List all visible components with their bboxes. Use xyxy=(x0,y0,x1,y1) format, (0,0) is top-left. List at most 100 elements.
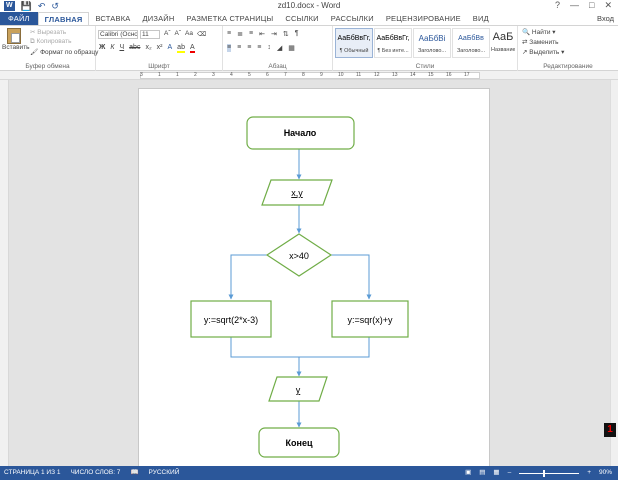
ruler-number: 10 xyxy=(338,72,344,78)
superscript-icon[interactable]: x² xyxy=(157,44,163,53)
status-bar: СТРАНИЦА 1 ИЗ 1 ЧИСЛО СЛОВ: 7 📖 РУССКИЙ … xyxy=(0,466,618,480)
read-mode-icon[interactable]: ▣ xyxy=(465,466,471,480)
underline-icon[interactable]: Ч xyxy=(119,44,124,53)
pilcrow-icon[interactable]: ¶ xyxy=(295,30,299,38)
connector-right-merge xyxy=(299,337,370,358)
ruler-number: 12 xyxy=(374,72,380,78)
text-effects-icon[interactable]: A xyxy=(168,44,173,53)
search-icon: 🔍 xyxy=(522,29,531,36)
word-count[interactable]: ЧИСЛО СЛОВ: 7 xyxy=(70,466,120,480)
tab-design[interactable]: ДИЗАЙН xyxy=(136,12,180,25)
clear-format-icon[interactable]: ⌫ xyxy=(197,30,206,38)
justify-icon[interactable]: ≡ xyxy=(257,44,261,52)
ruler-number: 4 xyxy=(230,72,233,78)
tab-view[interactable]: ВИД xyxy=(467,12,495,25)
proofing-icon[interactable]: 📖 xyxy=(130,466,138,480)
find-button[interactable]: 🔍 Найти ▾ xyxy=(522,28,556,36)
ruler-number: 5 xyxy=(248,72,251,78)
zoom-level[interactable]: 90% xyxy=(599,466,612,480)
style-no-spacing[interactable]: АаБбВвГг, ¶ Без инте... xyxy=(374,28,412,58)
style-name: ¶ Обычный xyxy=(339,48,369,54)
editing-group: 🔍 Найти ▾ ⇄ Заменить ↗ Выделить ▾ Редакт… xyxy=(518,26,618,71)
flowchart: Начало x,y x>40 y:=sqrt(2*x-3) y:=sqr(x)… xyxy=(190,116,409,458)
increase-indent-icon[interactable]: ⇥ xyxy=(271,30,277,38)
align-center-icon[interactable]: ≡ xyxy=(237,44,241,52)
paste-button[interactable]: Вставить xyxy=(2,28,30,51)
change-case-icon[interactable]: Aa xyxy=(185,30,193,38)
tab-insert[interactable]: ВСТАВКА xyxy=(89,12,136,25)
font-name-combo[interactable]: Calibri (Осно xyxy=(98,30,138,39)
ruler-number: 14 xyxy=(410,72,416,78)
help-icon[interactable]: ? xyxy=(555,0,560,11)
font-color-icon[interactable]: A xyxy=(189,44,195,53)
tab-page-layout[interactable]: РАЗМЕТКА СТРАНИЦЫ xyxy=(181,12,280,25)
document-page[interactable]: Начало x,y x>40 y:=sqrt(2*x-3) y:=sqr(x)… xyxy=(138,88,490,468)
style-normal[interactable]: АаБбВвГг, ¶ Обычный xyxy=(335,28,373,58)
print-layout-icon[interactable]: ▤ xyxy=(479,466,485,480)
tab-file[interactable]: ФАЙЛ xyxy=(0,12,38,25)
brush-icon: 🖌 xyxy=(30,49,39,56)
grow-font-icon[interactable]: Aˆ xyxy=(164,30,171,38)
zoom-out-button[interactable]: – xyxy=(508,466,512,480)
vertical-ruler[interactable] xyxy=(0,80,9,466)
left-process-label: y:=sqrt(2*x-3) xyxy=(204,315,258,325)
copy-label: Копировать xyxy=(36,38,72,45)
format-painter-button[interactable]: 🖌 Формат по образцу xyxy=(30,48,98,56)
cut-button[interactable]: ✂ Вырезать xyxy=(30,28,66,36)
title-bar: W 💾 ↶ ↺ zd10.docx - Word ? — □ ✕ xyxy=(0,0,618,12)
tab-mailings[interactable]: РАССЫЛКИ xyxy=(325,12,380,25)
sort-icon[interactable]: ⇅ xyxy=(283,30,289,38)
sign-in-link[interactable]: Вход xyxy=(597,12,614,25)
line-spacing-icon[interactable]: ↕ xyxy=(267,44,271,52)
bold-icon[interactable]: Ж xyxy=(99,44,105,53)
highlight-icon[interactable]: ab xyxy=(177,44,185,53)
style-sample: АаБбВв xyxy=(458,35,484,42)
minimize-icon[interactable]: — xyxy=(570,0,579,11)
subscript-icon[interactable]: x₂ xyxy=(145,44,151,53)
align-left-icon[interactable]: ≡ xyxy=(227,44,232,52)
style-title[interactable]: АаБ Название xyxy=(491,28,515,58)
ribbon: Вставить ✂ Вырезать ⧉ Копировать 🖌 Форма… xyxy=(0,25,618,71)
close-icon[interactable]: ✕ xyxy=(604,0,612,11)
ruler-number: 3 xyxy=(212,72,215,78)
window-title: zd10.docx - Word xyxy=(277,1,341,10)
style-heading-1[interactable]: АаБбВі Заголово... xyxy=(413,28,451,58)
align-right-icon[interactable]: ≡ xyxy=(247,44,251,52)
maximize-icon[interactable]: □ xyxy=(589,0,594,11)
connector-left-merge xyxy=(230,337,299,358)
zoom-slider[interactable] xyxy=(519,469,580,477)
style-name: ¶ Без инте... xyxy=(377,48,409,54)
tab-home[interactable]: ГЛАВНАЯ xyxy=(37,12,90,25)
vertical-scrollbar[interactable] xyxy=(610,80,618,466)
replace-button[interactable]: ⇄ Заменить xyxy=(522,38,558,46)
paste-icon xyxy=(7,28,21,44)
ruler-number: 16 xyxy=(446,72,452,78)
connector-condition-left xyxy=(228,254,268,300)
font-size-combo[interactable]: 11 xyxy=(140,30,160,39)
connector-condition-right xyxy=(330,254,372,300)
clipboard-group: Вставить ✂ Вырезать ⧉ Копировать 🖌 Форма… xyxy=(0,26,98,71)
shading-icon[interactable]: ◢ xyxy=(277,44,282,52)
style-heading-2[interactable]: АаБбВв Заголово... xyxy=(452,28,490,58)
tab-review[interactable]: РЕЦЕНЗИРОВАНИЕ xyxy=(380,12,467,25)
numbering-icon[interactable]: ≣ xyxy=(237,30,243,38)
bullets-icon[interactable]: ≡ xyxy=(227,30,231,38)
zoom-slider-thumb[interactable] xyxy=(543,469,546,477)
language-indicator[interactable]: РУССКИЙ xyxy=(149,466,180,480)
select-button[interactable]: ↗ Выделить ▾ xyxy=(522,48,564,56)
italic-icon[interactable]: К xyxy=(110,44,114,53)
tab-references[interactable]: ССЫЛКИ xyxy=(279,12,324,25)
horizontal-ruler[interactable]: 3 1 1 2 3 4 5 6 7 8 9 10 11 12 13 14 15 16 17 xyxy=(0,71,618,80)
copy-icon: ⧉ xyxy=(30,38,35,45)
copy-button[interactable]: ⧉ Копировать xyxy=(30,38,71,46)
decrease-indent-icon[interactable]: ⇤ xyxy=(259,30,265,38)
borders-icon[interactable]: ▦ xyxy=(288,44,295,52)
right-process-label: y:=sqr(x)+y xyxy=(347,315,393,325)
strikethrough-icon[interactable]: abc xyxy=(129,44,140,53)
multilevel-icon[interactable]: ≡ xyxy=(249,30,253,38)
select-label: Выделить xyxy=(529,49,560,56)
page-count[interactable]: СТРАНИЦА 1 ИЗ 1 xyxy=(4,466,60,480)
zoom-in-button[interactable]: + xyxy=(587,466,591,480)
shrink-font-icon[interactable]: Aˇ xyxy=(175,30,182,38)
web-layout-icon[interactable]: ▦ xyxy=(493,466,499,480)
